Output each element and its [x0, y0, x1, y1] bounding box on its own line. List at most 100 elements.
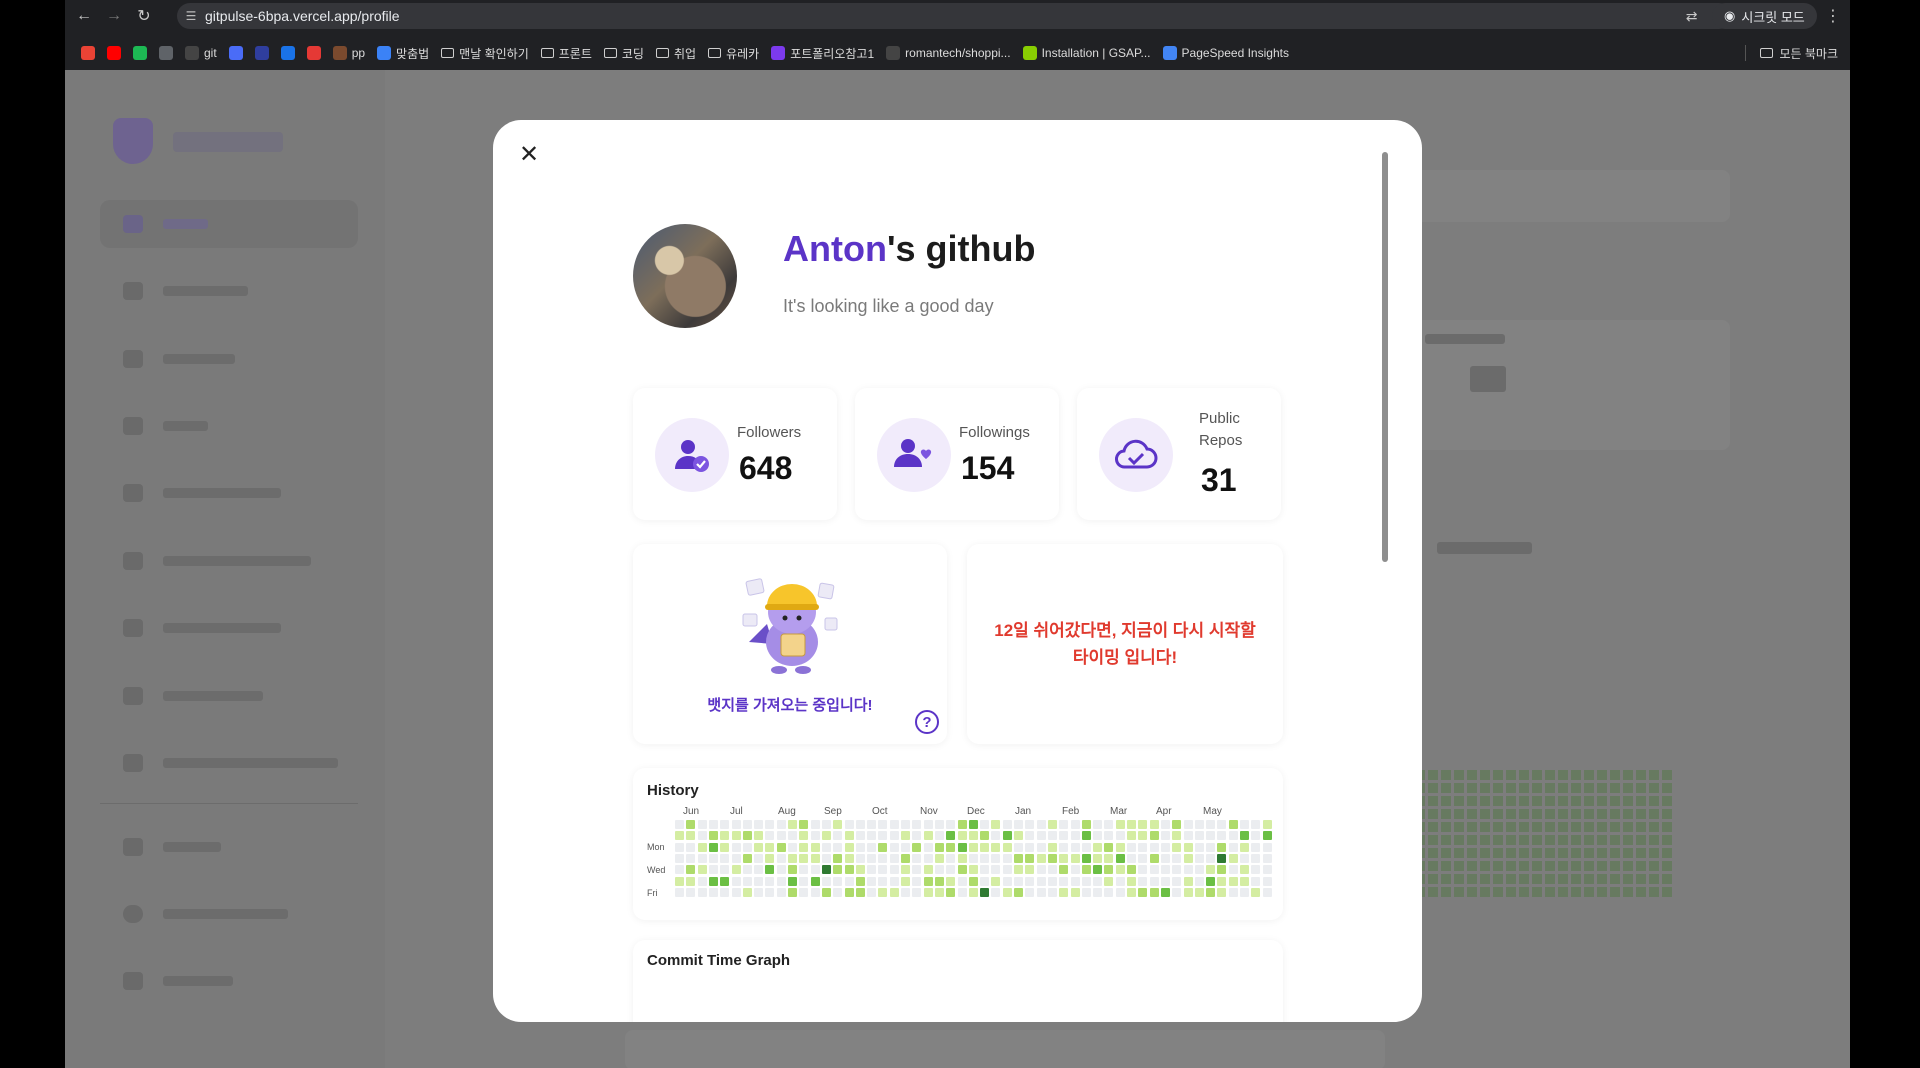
- contribution-cell[interactable]: [1160, 865, 1170, 875]
- contribution-cell[interactable]: [1047, 887, 1057, 897]
- contribution-cell[interactable]: [1251, 842, 1261, 852]
- contribution-cell[interactable]: [720, 865, 730, 875]
- contribution-cell[interactable]: [1262, 865, 1272, 875]
- contribution-cell[interactable]: [720, 876, 730, 886]
- contribution-cell[interactable]: [1014, 887, 1023, 897]
- bookmark-item[interactable]: [127, 41, 153, 65]
- contribution-cell[interactable]: [776, 820, 786, 829]
- contribution-cell[interactable]: [1047, 831, 1057, 841]
- contribution-cell[interactable]: [867, 831, 877, 841]
- contribution-cell[interactable]: [799, 853, 809, 863]
- contribution-cell[interactable]: [991, 876, 1001, 886]
- contribution-cell[interactable]: [1228, 831, 1238, 841]
- contribution-cell[interactable]: [923, 831, 933, 841]
- contribution-cell[interactable]: [980, 887, 990, 897]
- bookmark-item[interactable]: 맞춤법: [371, 41, 435, 65]
- contribution-cell[interactable]: [968, 842, 978, 852]
- bookmark-item[interactable]: [101, 41, 127, 65]
- contribution-cell[interactable]: [1104, 887, 1114, 897]
- contribution-cell[interactable]: [697, 853, 707, 863]
- contribution-cell[interactable]: [1183, 887, 1193, 897]
- contribution-cell[interactable]: [697, 887, 707, 897]
- contribution-cell[interactable]: [1206, 831, 1216, 841]
- contribution-cell[interactable]: [1002, 820, 1012, 829]
- contribution-cell[interactable]: [1070, 853, 1080, 863]
- contribution-cell[interactable]: [686, 865, 696, 875]
- bookmark-item[interactable]: git: [179, 41, 223, 65]
- contribution-cell[interactable]: [1240, 842, 1249, 852]
- bookmark-item[interactable]: 취업: [650, 41, 702, 65]
- contribution-cell[interactable]: [912, 865, 922, 875]
- contribution-cell[interactable]: [1172, 853, 1182, 863]
- contribution-cell[interactable]: [1183, 876, 1193, 886]
- contribution-cell[interactable]: [1206, 853, 1216, 863]
- contribution-cell[interactable]: [1149, 876, 1159, 886]
- contribution-cell[interactable]: [1194, 842, 1204, 852]
- contribution-cell[interactable]: [912, 876, 922, 886]
- contribution-cell[interactable]: [901, 865, 910, 875]
- contribution-cell[interactable]: [1127, 820, 1136, 829]
- contribution-cell[interactable]: [1206, 842, 1216, 852]
- contribution-cell[interactable]: [1059, 887, 1069, 897]
- incognito-badge[interactable]: ◉ 시크릿 모드: [1712, 3, 1817, 29]
- contribution-cell[interactable]: [1115, 887, 1125, 897]
- contribution-cell[interactable]: [1059, 876, 1069, 886]
- contribution-cell[interactable]: [833, 820, 843, 829]
- contribution-cell[interactable]: [731, 876, 741, 886]
- contribution-cell[interactable]: [1014, 853, 1023, 863]
- contribution-cell[interactable]: [934, 831, 944, 841]
- contribution-cell[interactable]: [1081, 842, 1091, 852]
- contribution-cell[interactable]: [1014, 842, 1023, 852]
- contribution-cell[interactable]: [855, 842, 865, 852]
- contribution-cell[interactable]: [765, 831, 775, 841]
- contribution-cell[interactable]: [1036, 842, 1046, 852]
- contribution-cell[interactable]: [1183, 853, 1193, 863]
- contribution-cell[interactable]: [1206, 887, 1216, 897]
- contribution-cell[interactable]: [867, 876, 877, 886]
- contribution-cell[interactable]: [923, 865, 933, 875]
- contribution-cell[interactable]: [1081, 853, 1091, 863]
- contribution-cell[interactable]: [833, 887, 843, 897]
- contribution-cell[interactable]: [957, 865, 967, 875]
- bookmark-item[interactable]: 유레카: [702, 41, 765, 65]
- contribution-cell[interactable]: [833, 831, 843, 841]
- contribution-cell[interactable]: [867, 842, 877, 852]
- contribution-cell[interactable]: [980, 842, 990, 852]
- contribution-cell[interactable]: [844, 820, 854, 829]
- contribution-cell[interactable]: [844, 876, 854, 886]
- contribution-cell[interactable]: [1127, 853, 1136, 863]
- contribution-cell[interactable]: [901, 831, 910, 841]
- bookmark-item[interactable]: 맨날 확인하기: [435, 41, 535, 65]
- contribution-cell[interactable]: [1036, 876, 1046, 886]
- contribution-cell[interactable]: [1093, 876, 1103, 886]
- contribution-cell[interactable]: [855, 831, 865, 841]
- contribution-cell[interactable]: [923, 820, 933, 829]
- contribution-cell[interactable]: [878, 853, 888, 863]
- contribution-cell[interactable]: [1149, 887, 1159, 897]
- contribution-cell[interactable]: [844, 853, 854, 863]
- close-icon[interactable]: ✕: [517, 141, 541, 168]
- bookmark-item[interactable]: romantech/shoppi...: [880, 41, 1016, 65]
- contribution-cell[interactable]: [1251, 820, 1261, 829]
- contribution-cell[interactable]: [1262, 853, 1272, 863]
- contribution-cell[interactable]: [901, 842, 910, 852]
- contribution-cell[interactable]: [708, 865, 718, 875]
- contribution-cell[interactable]: [1127, 842, 1136, 852]
- contribution-cell[interactable]: [1002, 887, 1012, 897]
- contribution-cell[interactable]: [1251, 887, 1261, 897]
- contribution-cell[interactable]: [844, 887, 854, 897]
- contribution-cell[interactable]: [1081, 876, 1091, 886]
- contribution-cell[interactable]: [934, 820, 944, 829]
- contribution-cell[interactable]: [1217, 831, 1227, 841]
- contribution-cell[interactable]: [799, 842, 809, 852]
- contribution-cell[interactable]: [855, 876, 865, 886]
- contribution-cell[interactable]: [788, 820, 797, 829]
- contribution-cell[interactable]: [1160, 853, 1170, 863]
- bookmark-item[interactable]: [249, 41, 275, 65]
- contribution-cell[interactable]: [708, 853, 718, 863]
- contribution-cell[interactable]: [754, 853, 764, 863]
- contribution-cell[interactable]: [923, 842, 933, 852]
- contribution-cell[interactable]: [968, 887, 978, 897]
- contribution-cell[interactable]: [765, 820, 775, 829]
- contribution-cell[interactable]: [720, 853, 730, 863]
